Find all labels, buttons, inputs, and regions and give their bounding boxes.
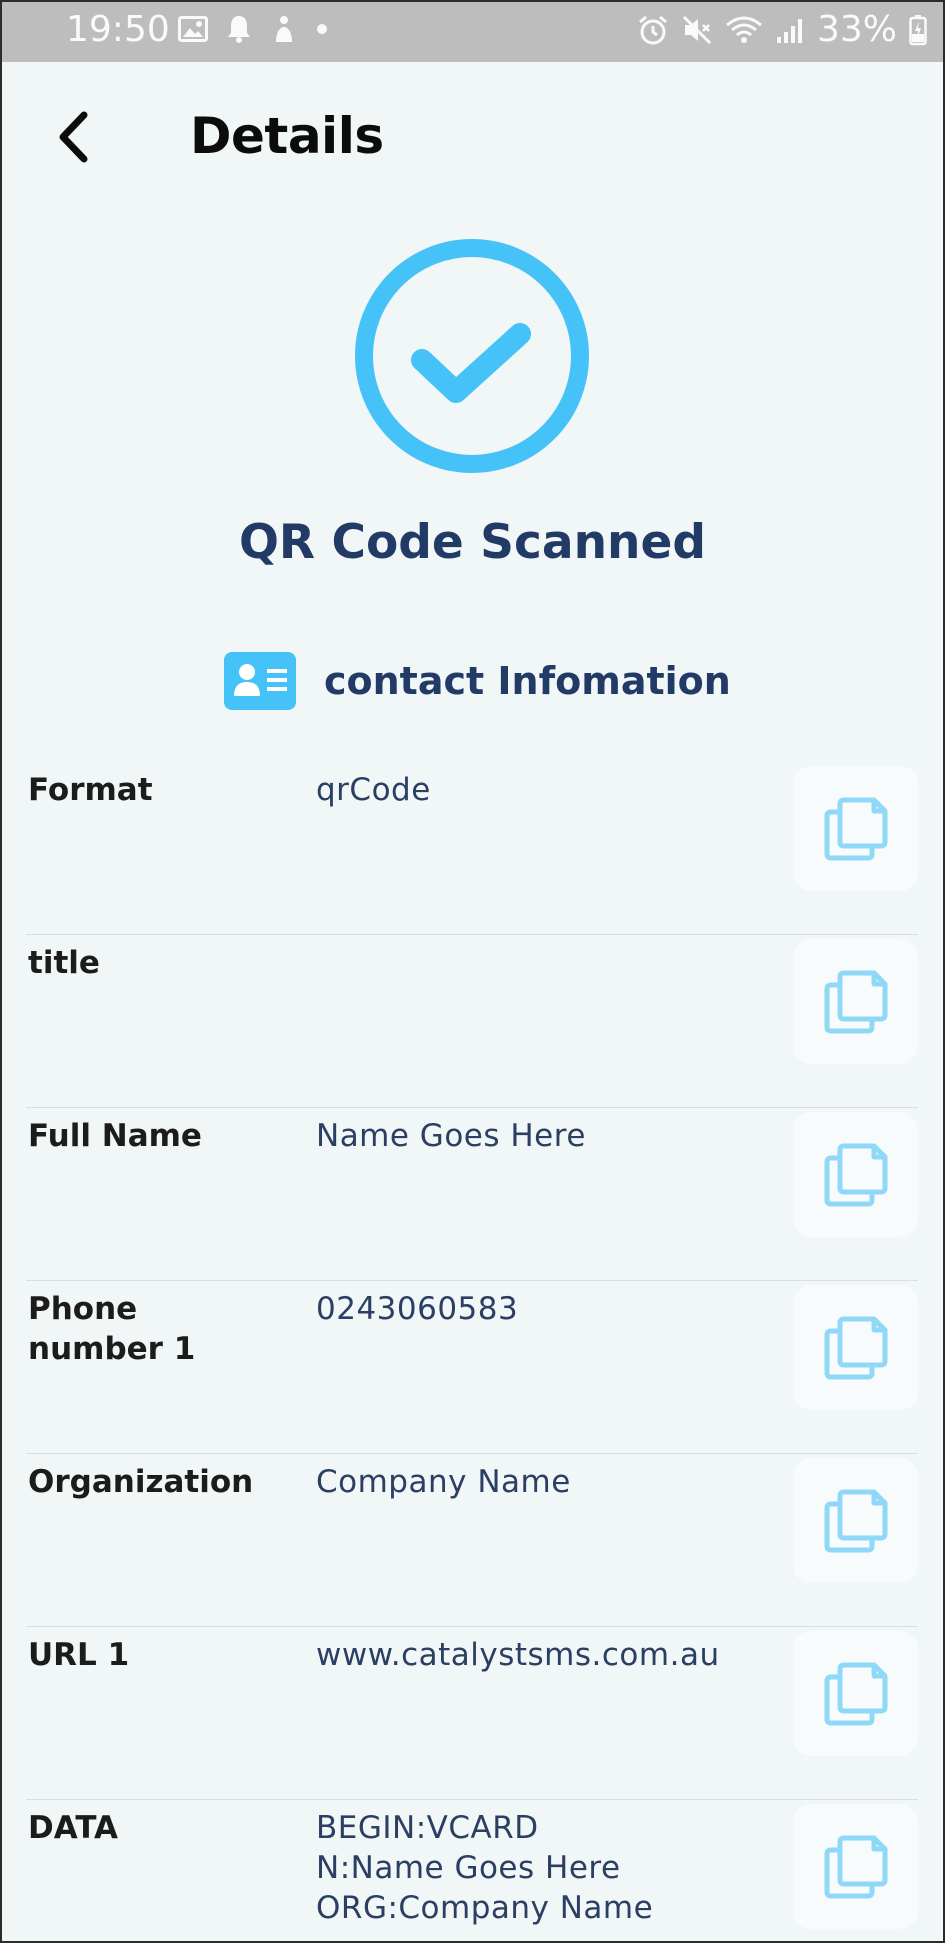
detail-row-phone: Phone number 1 0243060583 [26,1281,918,1454]
copy-icon [824,1316,887,1379]
copy-button[interactable] [793,766,918,891]
mute-icon [681,14,713,46]
row-value: Company Name [316,1464,571,1500]
chevron-left-icon [59,111,88,163]
detail-row-full-name: Full Name Name Goes Here [26,1108,918,1281]
row-value: 0243060583 [316,1291,519,1327]
alarm-icon [637,14,669,46]
row-label: Phone number 1 [28,1291,196,1367]
row-label: Full Name [28,1118,202,1154]
copy-icon [824,1489,887,1552]
section-header: contact Infomation [224,652,731,710]
copy-icon [824,1662,887,1725]
copy-icon [824,797,887,860]
copy-icon [824,1835,887,1898]
row-value: Name Goes Here [316,1118,586,1154]
details-list: Format qrCode title Full Name Name Goes … [0,762,945,1943]
back-button[interactable] [48,102,98,172]
row-label: title [28,945,100,981]
detail-row-title: title [26,935,918,1108]
status-time: 19:50 [66,9,170,50]
status-bar: 19:50 33% [0,0,945,62]
battery-percent: 33% [816,9,897,50]
contact-card-icon [224,652,296,710]
scan-success-title: QR Code Scanned [238,515,707,570]
copy-button[interactable] [793,1285,918,1410]
copy-button[interactable] [793,1804,918,1929]
dot-icon [316,23,328,35]
row-label: DATA [28,1810,119,1846]
detail-row-url: URL 1 www.catalystsms.com.au [26,1627,918,1800]
copy-button[interactable] [793,1458,918,1583]
app-header: Details [0,62,945,212]
copy-button[interactable] [793,939,918,1064]
detail-row-data: DATA BEGIN:VCARD N:Name Goes Here ORG:Co… [26,1800,918,1943]
copy-icon [824,1143,887,1206]
page-title: Details [190,107,384,165]
section-label: contact Infomation [324,659,731,703]
gesture-icon [270,14,298,44]
row-value: qrCode [316,772,431,808]
row-value: BEGIN:VCARD N:Name Goes Here ORG:Company… [316,1810,654,1926]
row-label: Organization [28,1464,254,1500]
copy-button[interactable] [793,1631,918,1756]
copy-icon [824,970,887,1033]
image-icon [178,16,208,42]
check-circle-icon [352,236,592,476]
detail-row-organization: Organization Company Name [26,1454,918,1627]
copy-button[interactable] [793,1112,918,1237]
row-label: Format [28,772,153,808]
signal-icon [775,15,805,45]
detail-row-format: Format qrCode [26,762,918,935]
row-label: URL 1 [28,1637,130,1673]
bell-icon [226,14,252,44]
row-value: www.catalystsms.com.au [316,1637,720,1673]
battery-charging-icon [909,14,927,46]
wifi-icon [725,15,763,45]
